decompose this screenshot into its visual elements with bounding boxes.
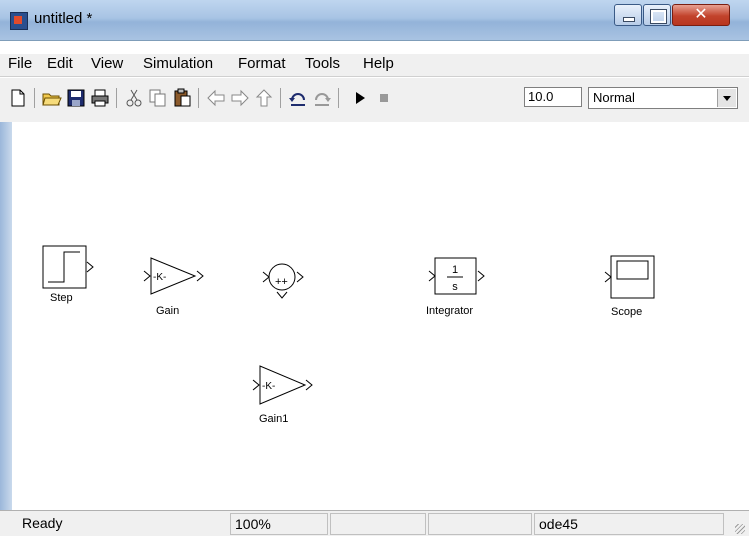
resize-grip-icon[interactable]: [735, 524, 745, 534]
toolbar-separator: [116, 88, 117, 108]
status-bar: Ready 100% ode45: [0, 510, 749, 536]
open-icon[interactable]: [42, 88, 62, 108]
paste-icon[interactable]: [172, 88, 192, 108]
back-icon[interactable]: [206, 88, 226, 108]
sum-block[interactable]: ++: [262, 263, 304, 299]
redo-icon[interactable]: [312, 88, 332, 108]
menu-edit[interactable]: Edit: [47, 55, 73, 72]
print-icon[interactable]: [90, 88, 110, 108]
status-zoom: 100%: [230, 513, 328, 535]
chevron-down-icon[interactable]: [717, 89, 736, 107]
menu-simulation[interactable]: Simulation: [143, 55, 213, 72]
gain-label[interactable]: Gain: [156, 305, 179, 317]
toolbar: 10.0 Normal: [0, 78, 749, 123]
forward-icon[interactable]: [230, 88, 250, 108]
toolbar-separator: [338, 88, 339, 108]
copy-icon[interactable]: [148, 88, 168, 108]
scope-label[interactable]: Scope: [611, 306, 642, 318]
integrator-block[interactable]: 1 s: [428, 257, 485, 295]
simulink-model-window: untitled * ✕ File Edit View Simulation F…: [0, 0, 749, 536]
integrator-denominator: s: [452, 281, 458, 293]
window-left-frame: [0, 122, 12, 510]
close-button[interactable]: ✕: [672, 4, 730, 26]
close-icon: ✕: [694, 4, 708, 23]
minimize-icon: [623, 17, 635, 22]
simulation-mode-value: Normal: [593, 90, 635, 105]
gain1-block[interactable]: -K-: [252, 365, 313, 405]
status-ready: Ready: [22, 515, 63, 531]
model-canvas[interactable]: -K- ++ 1 s -K- Step Gain Integrator Scop…: [12, 122, 749, 510]
menu-bar: File Edit View Simulation Format Tools H…: [0, 54, 749, 77]
status-solver: ode45: [534, 513, 724, 535]
menu-view[interactable]: View: [91, 55, 123, 72]
maximize-button[interactable]: [643, 4, 671, 26]
minimize-button[interactable]: [614, 4, 642, 26]
sum-signs: ++: [275, 276, 288, 288]
scope-block[interactable]: [604, 255, 655, 299]
new-model-icon[interactable]: [8, 88, 28, 108]
start-simulation-icon[interactable]: [350, 88, 370, 108]
integrator-numerator: 1: [452, 264, 458, 276]
step-label[interactable]: Step: [50, 292, 73, 304]
integrator-label[interactable]: Integrator: [426, 305, 473, 317]
cut-icon[interactable]: [124, 88, 144, 108]
gain1-symbol: -K-: [262, 381, 275, 392]
step-block[interactable]: [42, 245, 94, 289]
gain1-label[interactable]: Gain1: [259, 413, 288, 425]
title-bar[interactable]: untitled * ✕: [0, 0, 749, 41]
status-empty-1: [330, 513, 426, 535]
menu-file[interactable]: File: [8, 55, 32, 72]
toolbar-separator: [198, 88, 199, 108]
status-empty-2: [428, 513, 532, 535]
stop-simulation-icon[interactable]: [374, 88, 394, 108]
stop-time-input[interactable]: 10.0: [524, 87, 582, 107]
maximize-icon: [650, 9, 667, 24]
toolbar-separator: [280, 88, 281, 108]
gain-block[interactable]: -K-: [143, 257, 204, 295]
undo-icon[interactable]: [288, 88, 308, 108]
menu-help[interactable]: Help: [363, 55, 394, 72]
gain-symbol: -K-: [153, 272, 166, 283]
window-title: untitled *: [34, 10, 93, 27]
save-icon[interactable]: [66, 88, 86, 108]
menu-format[interactable]: Format: [238, 55, 286, 72]
simulation-mode-select[interactable]: Normal: [588, 87, 738, 109]
simulink-app-icon[interactable]: [10, 12, 28, 30]
toolbar-separator: [34, 88, 35, 108]
up-icon[interactable]: [254, 88, 274, 108]
menu-tools[interactable]: Tools: [305, 55, 340, 72]
